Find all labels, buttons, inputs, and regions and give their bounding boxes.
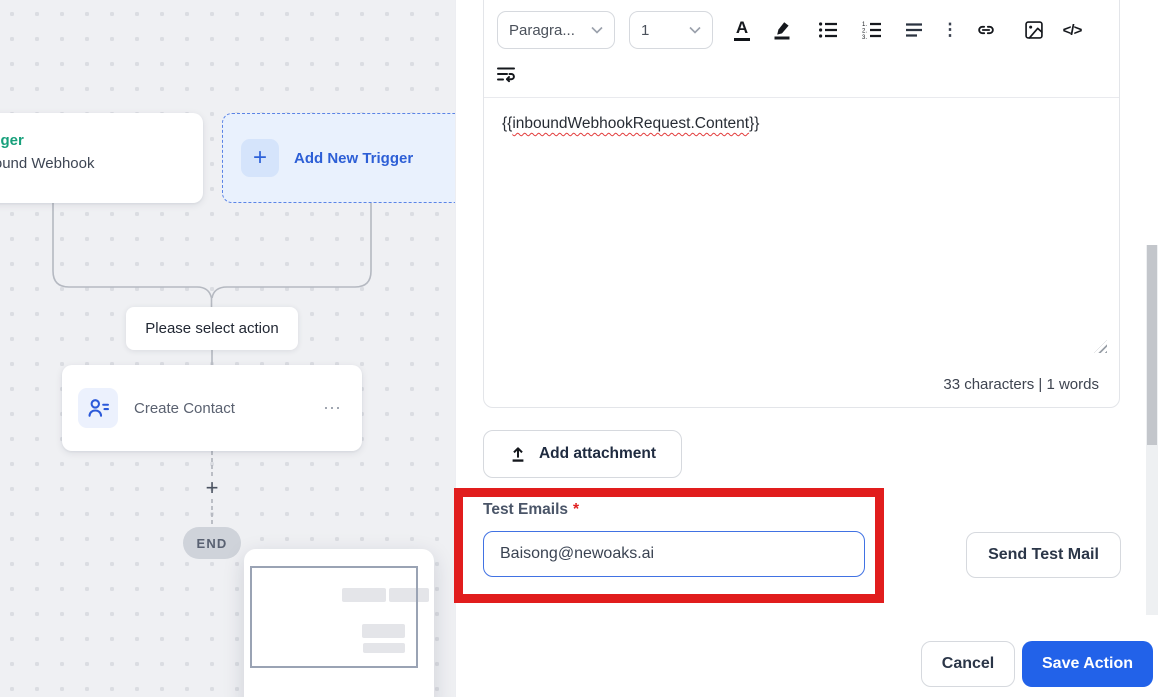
text-color-button[interactable]: A bbox=[729, 15, 755, 45]
workflow-canvas[interactable]: Trigger Inbound Webhook + Add New Trigge… bbox=[0, 0, 455, 697]
text-align-button[interactable] bbox=[901, 15, 927, 45]
app-root: Trigger Inbound Webhook + Add New Trigge… bbox=[0, 0, 1158, 697]
paragraph-format-value: Paragra... bbox=[509, 21, 575, 39]
contact-icon-tile bbox=[78, 388, 118, 428]
svg-text:2.: 2. bbox=[862, 28, 867, 34]
floating-preview-card bbox=[244, 549, 434, 697]
more-toolbar-options-button[interactable]: ⋮ bbox=[941, 15, 959, 45]
code-view-button[interactable]: </> bbox=[1057, 15, 1087, 45]
numbered-list-button[interactable]: 1. 2. 3. bbox=[859, 15, 885, 45]
end-node-badge: END bbox=[183, 527, 241, 559]
trigger-node-title: Trigger bbox=[0, 132, 24, 149]
toolbar-row-1: Paragra... 1 A 1. 2. 3. ⋮ </> bbox=[497, 11, 1107, 49]
body-text-suffix: }} bbox=[749, 115, 760, 132]
upload-icon bbox=[512, 447, 524, 462]
resize-handle[interactable] bbox=[1094, 340, 1107, 353]
image-icon bbox=[1025, 21, 1043, 39]
plus-icon: + bbox=[241, 139, 279, 177]
align-icon bbox=[906, 23, 922, 37]
bullet-list-button[interactable] bbox=[815, 15, 841, 45]
link-icon bbox=[978, 25, 994, 35]
cancel-button[interactable]: Cancel bbox=[921, 641, 1015, 687]
test-emails-input[interactable] bbox=[483, 531, 865, 577]
wrap-text-icon bbox=[497, 67, 515, 83]
contact-person-icon bbox=[88, 399, 109, 417]
editor-toolbar: Paragra... 1 A 1. 2. 3. ⋮ </> bbox=[484, 0, 1119, 98]
font-size-value: 1 bbox=[641, 21, 650, 39]
create-contact-node[interactable]: Create Contact ⋯ bbox=[62, 365, 362, 451]
save-action-button[interactable]: Save Action bbox=[1022, 641, 1153, 687]
insert-image-button[interactable] bbox=[1021, 15, 1047, 45]
text-color-icon: A bbox=[733, 18, 751, 42]
add-new-trigger-label: Add New Trigger bbox=[294, 149, 414, 167]
bullet-list-icon bbox=[819, 22, 837, 38]
editor-footer: 33 characters | 1 words bbox=[484, 361, 1119, 408]
create-contact-label: Create Contact bbox=[134, 399, 235, 417]
node-more-options-icon[interactable]: ⋯ bbox=[319, 396, 346, 421]
send-test-mail-button[interactable]: Send Test Mail bbox=[966, 532, 1121, 578]
toolbar-row-2 bbox=[497, 59, 1107, 89]
preview-frame bbox=[250, 566, 418, 668]
add-attachment-button[interactable]: Add attachment bbox=[483, 430, 682, 478]
add-attachment-label: Add attachment bbox=[538, 445, 657, 462]
chevron-down-icon bbox=[689, 26, 701, 34]
select-action-text: Please select action bbox=[145, 320, 279, 337]
email-action-panel: Paragra... 1 A 1. 2. 3. ⋮ </> {{inboundW… bbox=[455, 0, 1158, 697]
send-test-mail-label: Send Test Mail bbox=[988, 546, 1099, 563]
wrap-text-button[interactable] bbox=[493, 59, 519, 89]
highlighter-icon bbox=[774, 22, 790, 40]
paragraph-format-dropdown[interactable]: Paragra... bbox=[497, 11, 615, 49]
test-emails-label-text: Test Emails bbox=[483, 501, 569, 518]
trigger-node-subtitle: Inbound Webhook bbox=[0, 155, 95, 172]
test-emails-label: Test Emails * bbox=[483, 501, 579, 519]
svg-text:1.: 1. bbox=[862, 22, 867, 28]
body-text-prefix: {{ bbox=[502, 115, 513, 132]
chevron-down-icon bbox=[591, 26, 603, 34]
required-asterisk: * bbox=[573, 501, 580, 518]
svg-text:3.: 3. bbox=[862, 35, 867, 40]
insert-link-button[interactable] bbox=[973, 15, 999, 45]
numbered-list-icon: 1. 2. 3. bbox=[862, 22, 881, 40]
add-new-trigger-button[interactable]: + Add New Trigger bbox=[222, 113, 455, 203]
cancel-label: Cancel bbox=[941, 655, 995, 672]
add-action-plus-button[interactable]: + bbox=[201, 477, 223, 499]
scrollbar-thumb[interactable] bbox=[1147, 245, 1157, 445]
trigger-node-inbound-webhook[interactable]: Trigger Inbound Webhook bbox=[0, 113, 203, 203]
code-icon: </> bbox=[1062, 21, 1083, 39]
character-word-counter: 33 characters | 1 words bbox=[943, 376, 1099, 393]
font-size-dropdown[interactable]: 1 bbox=[629, 11, 713, 49]
email-body-editor[interactable]: {{inboundWebhookRequest.Content}} bbox=[484, 98, 1119, 361]
rich-text-editor: Paragra... 1 A 1. 2. 3. ⋮ </> {{inboundW… bbox=[483, 0, 1120, 408]
select-action-hint: Please select action bbox=[126, 307, 298, 350]
highlight-button[interactable] bbox=[769, 15, 795, 45]
body-merge-token: inboundWebhookRequest.Content bbox=[512, 115, 750, 132]
end-badge-label: END bbox=[196, 535, 228, 551]
save-action-label: Save Action bbox=[1042, 655, 1133, 672]
more-options-icon: ⋮ bbox=[941, 20, 959, 39]
